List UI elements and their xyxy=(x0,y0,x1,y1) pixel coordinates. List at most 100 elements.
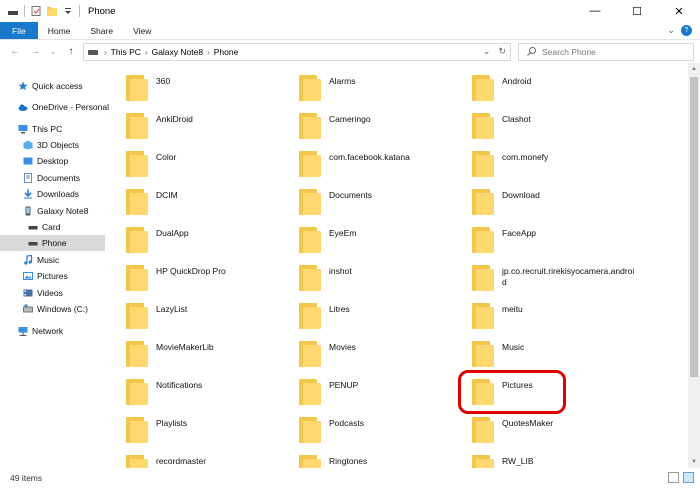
recent-locations-icon[interactable]: ⌄ xyxy=(46,48,60,56)
folder-item[interactable]: Alarms xyxy=(299,75,464,105)
refresh-icon[interactable]: ↻ xyxy=(498,46,506,57)
address-dropdown-icon[interactable]: ⌄ xyxy=(483,46,491,57)
breadcrumb-galaxy-note8[interactable]: Galaxy Note8 xyxy=(152,47,204,57)
folder-item[interactable]: jp.co.recruit.rirekisyocamera.android xyxy=(472,265,637,295)
breadcrumb-phone[interactable]: Phone xyxy=(214,47,239,57)
nav-onedrive[interactable]: OneDrive - Personal xyxy=(0,99,109,115)
folder-item[interactable]: recordmaster xyxy=(126,455,291,468)
folder-item[interactable]: Cameringo xyxy=(299,113,464,143)
drive-icon[interactable] xyxy=(8,6,18,16)
folder-icon xyxy=(126,151,148,177)
tab-share[interactable]: Share xyxy=(80,22,123,39)
up-button[interactable]: ↑ xyxy=(64,46,78,57)
drive-icon xyxy=(88,49,98,55)
nav-windows-c[interactable]: Windows (C:) xyxy=(0,301,105,317)
folder-icon xyxy=(299,417,321,443)
nav-galaxy-note8[interactable]: Galaxy Note8 xyxy=(0,203,105,219)
folder-item[interactable]: Music xyxy=(472,341,637,371)
folder-item[interactable]: MovieMakerLib xyxy=(126,341,291,371)
folder-name: QuotesMaker xyxy=(502,418,554,428)
folder-name: Color xyxy=(156,152,177,162)
nav-3d-objects[interactable]: 3D Objects xyxy=(0,137,105,153)
customize-dropdown-icon[interactable] xyxy=(63,6,73,16)
folder-icon xyxy=(126,189,148,215)
folder-item[interactable]: com.monefy xyxy=(472,151,637,181)
folder-item[interactable]: Documents xyxy=(299,189,464,219)
chevron-right-icon[interactable]: › xyxy=(207,48,210,57)
folder-icon xyxy=(299,455,321,468)
folder-icon xyxy=(472,417,494,443)
chevron-right-icon[interactable]: › xyxy=(145,48,148,57)
tab-view[interactable]: View xyxy=(123,22,161,39)
folder-item[interactable]: EyeEm xyxy=(299,227,464,257)
folder-item[interactable]: Android xyxy=(472,75,637,105)
folder-item[interactable]: Podcasts xyxy=(299,417,464,447)
view-toggles xyxy=(668,472,694,483)
folder-item[interactable]: Clashot xyxy=(472,113,637,143)
folder-item[interactable]: HP QuickDrop Pro xyxy=(126,265,291,295)
folder-item[interactable]: AnkiDroid xyxy=(126,113,291,143)
nav-downloads[interactable]: Downloads xyxy=(0,186,105,202)
scroll-down-arrow[interactable]: ▼ xyxy=(688,456,700,468)
folder-name: Movies xyxy=(329,342,356,352)
folder-item[interactable]: QuotesMaker xyxy=(472,417,637,447)
folder-item[interactable]: Playlists xyxy=(126,417,291,447)
expand-ribbon-icon[interactable]: ⌄ xyxy=(667,25,675,36)
nav-card[interactable]: Card xyxy=(0,219,105,235)
large-icons-view-button[interactable] xyxy=(683,472,694,483)
minimize-button[interactable]: — xyxy=(574,0,616,22)
cloud-icon xyxy=(18,102,28,112)
scrollbar-thumb[interactable] xyxy=(690,77,698,377)
toolbar-divider xyxy=(24,5,25,17)
vertical-scrollbar[interactable]: ▲ ▼ xyxy=(688,63,700,468)
chevron-right-icon[interactable]: › xyxy=(104,48,107,57)
maximize-button[interactable]: ☐ xyxy=(616,0,658,22)
close-button[interactable]: ✕ xyxy=(658,0,700,22)
folder-icon xyxy=(126,227,148,253)
folder-item[interactable]: Movies xyxy=(299,341,464,371)
nav-pictures[interactable]: Pictures xyxy=(0,268,105,284)
pictures-icon xyxy=(23,271,33,281)
tab-file[interactable]: File xyxy=(0,22,38,39)
folder-item[interactable]: Color xyxy=(126,151,291,181)
folder-item[interactable]: inshot xyxy=(299,265,464,295)
nav-music[interactable]: Music xyxy=(0,252,105,268)
nav-videos[interactable]: Videos xyxy=(0,285,105,301)
nav-phone[interactable]: Phone xyxy=(0,235,105,251)
nav-desktop[interactable]: Desktop xyxy=(0,153,105,169)
folder-item[interactable]: 360 xyxy=(126,75,291,105)
address-bar[interactable]: › This PC › Galaxy Note8 › Phone ⌄ ↻ xyxy=(83,43,511,61)
breadcrumb-this-pc[interactable]: This PC xyxy=(111,47,141,57)
folder-name: DualApp xyxy=(156,228,189,238)
details-view-button[interactable] xyxy=(668,472,679,483)
nav-documents[interactable]: Documents xyxy=(0,170,105,186)
folder-name: Download xyxy=(502,190,540,200)
forward-button[interactable]: → xyxy=(28,46,42,57)
new-folder-icon[interactable] xyxy=(47,6,57,16)
folder-item[interactable]: Ringtones xyxy=(299,455,464,468)
properties-icon[interactable] xyxy=(31,6,41,16)
help-icon[interactable]: ? xyxy=(681,25,692,36)
folder-item[interactable]: DCIM xyxy=(126,189,291,219)
folder-item[interactable]: LazyList xyxy=(126,303,291,333)
nav-quick-access[interactable]: Quick access xyxy=(0,78,105,94)
folder-item[interactable]: Download xyxy=(472,189,637,219)
folder-item[interactable]: FaceApp xyxy=(472,227,637,257)
back-button[interactable]: ← xyxy=(8,46,22,57)
folder-name: EyeEm xyxy=(329,228,357,238)
folder-item[interactable]: Litres xyxy=(299,303,464,333)
computer-icon xyxy=(18,124,28,134)
folder-item[interactable]: meitu xyxy=(472,303,637,333)
search-box[interactable]: Search Phone xyxy=(518,43,694,61)
scroll-up-arrow[interactable]: ▲ xyxy=(688,63,700,75)
nav-network[interactable]: Network xyxy=(0,323,105,339)
tab-home[interactable]: Home xyxy=(38,22,81,39)
folder-item[interactable]: RW_LIB xyxy=(472,455,637,468)
folder-item[interactable]: Notifications xyxy=(126,379,291,409)
nav-this-pc[interactable]: This PC xyxy=(0,121,105,137)
cube-icon xyxy=(23,140,33,150)
folder-item[interactable]: PENUP xyxy=(299,379,464,409)
folder-icon xyxy=(472,227,494,253)
folder-item[interactable]: DualApp xyxy=(126,227,291,257)
folder-item[interactable]: com.facebook.katana xyxy=(299,151,464,181)
